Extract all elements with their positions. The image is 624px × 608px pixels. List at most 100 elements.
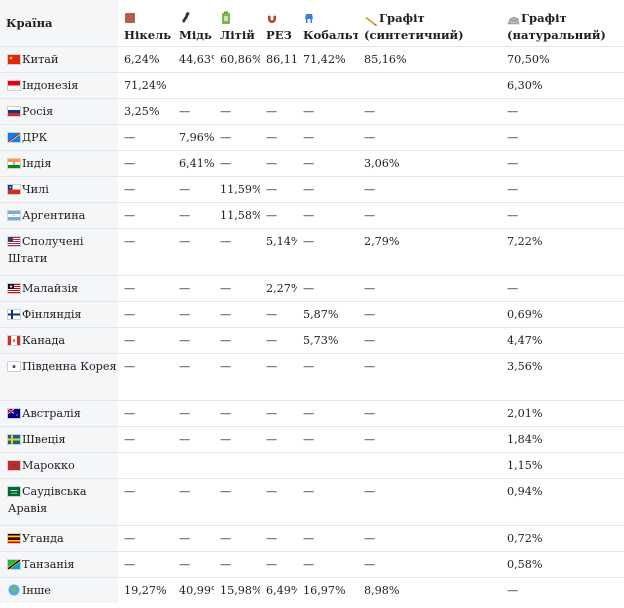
- pencil-icon: [365, 17, 377, 26]
- value-cell: 7,22%: [507, 235, 543, 248]
- header-nickel[interactable]: Нікель: [118, 0, 173, 47]
- country-name[interactable]: Уганда: [22, 532, 64, 545]
- country-cell: ДРК: [0, 124, 118, 151]
- value-cell: —: [266, 532, 278, 545]
- value-cell: 3,56%: [507, 360, 543, 373]
- header-country[interactable]: Країна: [0, 0, 118, 47]
- value-cell: —: [266, 485, 278, 498]
- value-cell: 15,98%: [220, 584, 260, 597]
- value-cell: —: [303, 532, 315, 545]
- country-name[interactable]: Росія: [22, 105, 53, 118]
- value-cell: —: [364, 105, 376, 118]
- value-cell: —: [507, 584, 519, 597]
- value-cell: —: [303, 485, 315, 498]
- table-row: Росія 3,25% — — — — — —: [0, 98, 624, 125]
- value-cell: —: [179, 183, 191, 196]
- country-name[interactable]: Австралія: [22, 407, 81, 420]
- country-name[interactable]: Марокко: [22, 459, 75, 472]
- value-cell: —: [303, 407, 315, 420]
- country-name[interactable]: Інше: [22, 584, 51, 597]
- value-cell: 60,86%: [220, 53, 260, 66]
- country-name[interactable]: Аргентина: [22, 209, 85, 222]
- header-lithium-label: Літій: [220, 28, 255, 42]
- value-cell: —: [266, 407, 278, 420]
- value-cell: —: [124, 407, 136, 420]
- flag-russia-icon: [7, 106, 21, 117]
- rock-icon: [507, 16, 520, 25]
- header-graphite-synthetic-sublabel: (синтетичний): [364, 28, 464, 42]
- country-name[interactable]: Китай: [22, 53, 58, 66]
- value-cell: —: [220, 485, 232, 498]
- header-graphite-synthetic-label: Графіт: [379, 11, 425, 25]
- table-row: Китай 6,24% 44,63% 60,86% 86,11% 71,42% 85,16%…: [0, 46, 624, 73]
- country-name[interactable]: Малайзія: [22, 282, 78, 295]
- value-cell: —: [303, 131, 315, 144]
- value-cell: 85,16%: [364, 53, 407, 66]
- value-cell: —: [179, 532, 191, 545]
- flag-chile-icon: [7, 184, 21, 195]
- value-cell: 0,72%: [507, 532, 543, 545]
- country-cell: Швеція: [0, 426, 118, 453]
- country-name[interactable]: Індія: [22, 157, 51, 170]
- country-cell: Індонезія: [0, 72, 118, 99]
- value-cell: 70,50%: [507, 53, 550, 66]
- country-name[interactable]: Чилі: [22, 183, 49, 196]
- cobalt-icon: [305, 14, 313, 23]
- value-cell: —: [124, 558, 136, 571]
- value-cell: 1,84%: [507, 433, 543, 446]
- country-name[interactable]: Південна Корея: [22, 360, 117, 373]
- country-name[interactable]: Індонезія: [22, 79, 78, 92]
- value-cell: [260, 453, 297, 479]
- value-cell: —: [179, 407, 191, 420]
- header-copper[interactable]: Мідь: [173, 0, 214, 47]
- header-rare-earth[interactable]: РЕЗ: [260, 0, 297, 47]
- value-cell: —: [179, 558, 191, 571]
- flag-tanzania-icon: [7, 559, 21, 570]
- country-cell: Марокко: [0, 452, 118, 479]
- country-cell: Саудівська Аравія: [0, 478, 118, 526]
- country-name[interactable]: ДРК: [22, 131, 47, 144]
- value-cell: 5,73%: [303, 334, 339, 347]
- header-nickel-label: Нікель: [124, 28, 172, 42]
- flag-finland-icon: [7, 309, 21, 320]
- country-cell: Танзанія: [0, 551, 118, 578]
- table-header-row: Країна Нікель Мідь Літій РЕЗ Кобальт Гра…: [0, 0, 624, 47]
- flag-sweden-icon: [7, 434, 21, 445]
- value-cell: —: [179, 433, 191, 446]
- value-cell: —: [364, 282, 376, 295]
- value-cell: 0,58%: [507, 558, 543, 571]
- value-cell: [173, 453, 214, 479]
- value-cell: —: [124, 235, 136, 248]
- value-cell: —: [179, 485, 191, 498]
- table-row: Чилі — — 11,59% — — — —: [0, 176, 624, 203]
- header-cobalt[interactable]: Кобальт: [297, 0, 358, 47]
- value-cell: —: [364, 433, 376, 446]
- header-graphite-synthetic[interactable]: Графіт (синтетичний): [358, 0, 501, 47]
- country-name[interactable]: Канада: [22, 334, 65, 347]
- value-cell: 7,96%: [179, 131, 214, 144]
- value-cell: —: [220, 407, 232, 420]
- value-cell: 2,79%: [364, 235, 400, 248]
- value-cell: —: [303, 105, 315, 118]
- value-cell: —: [220, 282, 232, 295]
- value-cell: —: [179, 282, 191, 295]
- value-cell: —: [303, 209, 315, 222]
- country-cell: Чилі: [0, 176, 118, 203]
- header-lithium[interactable]: Літій: [214, 0, 260, 47]
- value-cell: —: [303, 282, 315, 295]
- country-cell: Росія: [0, 98, 118, 125]
- value-cell: 19,27%: [124, 584, 167, 597]
- flag-china-icon: [7, 54, 21, 65]
- country-name[interactable]: Фінляндія: [22, 308, 81, 321]
- value-cell: —: [266, 334, 278, 347]
- value-cell: —: [220, 308, 232, 321]
- value-cell: —: [124, 131, 136, 144]
- value-cell: —: [124, 308, 136, 321]
- table-row: Індонезія 71,24% 6,30%: [0, 72, 624, 99]
- value-cell: —: [303, 558, 315, 571]
- header-graphite-natural[interactable]: Графіт (натуральний): [501, 0, 624, 47]
- country-name[interactable]: Танзанія: [22, 558, 74, 571]
- copper-icon: [182, 11, 190, 23]
- country-name[interactable]: Швеція: [22, 433, 66, 446]
- value-cell: —: [364, 334, 376, 347]
